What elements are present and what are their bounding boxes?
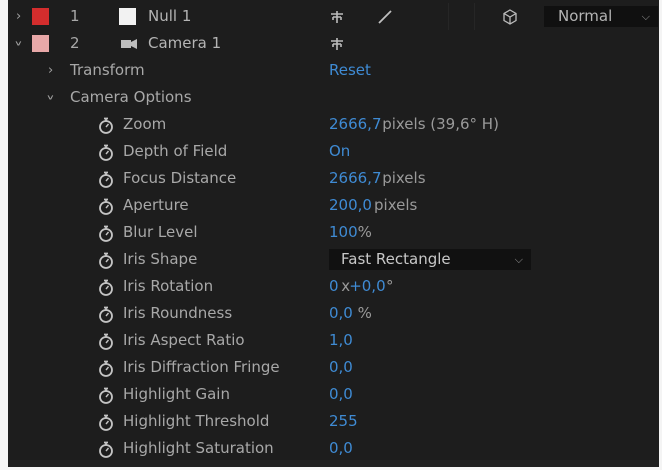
layer-row-null[interactable]: › 1 Null 1 Normal ⌵: [8, 3, 659, 30]
property-value[interactable]: 0,0: [329, 435, 353, 462]
property-label: Aperture: [123, 196, 189, 214]
property-value[interactable]: 200,0: [329, 192, 372, 219]
property-row[interactable]: Zoom 2666,7 pixels (39,6° H): [8, 111, 659, 138]
stopwatch-icon[interactable]: [97, 143, 115, 162]
property-unit: pixels: [382, 169, 426, 187]
null-swatch: [119, 8, 136, 25]
property-value[interactable]: 2666,7: [329, 111, 382, 138]
property-value[interactable]: 0,0: [329, 381, 353, 408]
layer-name[interactable]: Camera 1: [148, 30, 221, 57]
chevron-down-icon: ⌵: [514, 253, 523, 266]
layer-row-camera[interactable]: ∨ 2 Camera 1: [8, 30, 659, 57]
property-value[interactable]: 100: [329, 219, 358, 246]
property-row[interactable]: Highlight Saturation 0,0: [8, 435, 659, 462]
transform-label[interactable]: Transform: [70, 57, 145, 84]
camera-options-label[interactable]: Camera Options: [70, 84, 192, 111]
chevron-down-icon[interactable]: ∨: [14, 35, 23, 51]
property-unit: pixels: [374, 196, 418, 214]
blend-mode-dropdown[interactable]: Normal ⌵: [544, 6, 658, 27]
reset-link[interactable]: Reset: [329, 57, 371, 84]
property-row[interactable]: Blur Level 100%: [8, 219, 659, 246]
property-value[interactable]: 0,0: [329, 300, 353, 327]
property-row[interactable]: Depth of Field On: [8, 138, 659, 165]
stopwatch-icon[interactable]: [97, 440, 115, 459]
stopwatch-icon[interactable]: [97, 251, 115, 270]
label-color-swatch[interactable]: [32, 35, 49, 52]
property-row[interactable]: Iris Roundness 0,0%: [8, 300, 659, 327]
property-row[interactable]: Focus Distance 2666,7 pixels: [8, 165, 659, 192]
stopwatch-icon[interactable]: [97, 386, 115, 405]
property-value[interactable]: 255: [329, 408, 358, 435]
property-label: Iris Rotation: [123, 277, 214, 295]
stopwatch-icon[interactable]: [97, 170, 115, 189]
column-divider: [448, 3, 449, 30]
stopwatch-icon[interactable]: [97, 197, 115, 216]
column-divider: [474, 3, 475, 30]
property-value[interactable]: 0,0: [329, 354, 353, 381]
property-label: Highlight Saturation: [123, 439, 274, 457]
property-label: Focus Distance: [123, 169, 237, 187]
property-label: Blur Level: [123, 223, 198, 241]
chevron-down-icon: ⌵: [641, 10, 650, 23]
property-label: Iris Diffraction Fringe: [123, 358, 280, 376]
iris-shape-dropdown[interactable]: Fast Rectangle ⌵: [329, 249, 531, 270]
stopwatch-icon[interactable]: [97, 332, 115, 351]
label-color-swatch[interactable]: [32, 8, 49, 25]
stopwatch-icon[interactable]: [97, 413, 115, 432]
property-value-secondary[interactable]: +0,0: [349, 273, 385, 300]
chevron-down-icon[interactable]: ∨: [46, 89, 55, 105]
stopwatch-icon[interactable]: [97, 359, 115, 378]
property-unit: pixels (39,6° H): [382, 115, 499, 133]
layer-name[interactable]: Null 1: [148, 3, 191, 30]
stopwatch-icon[interactable]: [97, 224, 115, 243]
property-row[interactable]: Highlight Gain 0,0: [8, 381, 659, 408]
property-row[interactable]: Highlight Threshold 255: [8, 408, 659, 435]
property-unit: %: [357, 304, 372, 322]
stopwatch-icon[interactable]: [97, 278, 115, 297]
property-value[interactable]: 2666,7: [329, 165, 382, 192]
property-value[interactable]: 0: [329, 273, 339, 300]
transform-group[interactable]: › Transform Reset: [8, 57, 659, 84]
property-unit: °: [386, 277, 394, 295]
blend-mode-value: Normal: [558, 7, 613, 25]
property-row[interactable]: Iris Aspect Ratio 1,0: [8, 327, 659, 354]
property-label: Highlight Threshold: [123, 412, 270, 430]
dropdown-value: Fast Rectangle: [341, 250, 451, 268]
property-label: Iris Aspect Ratio: [123, 331, 245, 349]
property-label: Zoom: [123, 115, 167, 133]
property-value[interactable]: On: [329, 138, 350, 165]
stopwatch-icon[interactable]: [97, 116, 115, 135]
property-label: Iris Shape: [123, 250, 198, 268]
camera-options-group[interactable]: ∨ Camera Options: [8, 84, 659, 111]
property-label: Depth of Field: [123, 142, 228, 160]
property-label: Iris Roundness: [123, 304, 233, 322]
property-row[interactable]: Iris Shape Fast Rectangle ⌵: [8, 246, 659, 273]
chevron-right-icon[interactable]: ›: [48, 57, 53, 84]
layer-number: 2: [70, 34, 80, 52]
chevron-right-icon[interactable]: ›: [16, 3, 21, 30]
property-row[interactable]: Iris Diffraction Fringe 0,0: [8, 354, 659, 381]
stopwatch-icon[interactable]: [97, 305, 115, 324]
layer-panel: › 1 Null 1 Normal ⌵ ∨ 2 Camera 1 › Trans…: [8, 0, 659, 467]
layer-number: 1: [70, 7, 80, 25]
camera-icon: [120, 30, 138, 60]
property-row[interactable]: Iris Rotation 0 x +0,0 °: [8, 273, 659, 300]
property-label: Highlight Gain: [123, 385, 230, 403]
property-row[interactable]: Aperture 200,0 pixels: [8, 192, 659, 219]
property-unit: %: [357, 223, 372, 241]
property-value[interactable]: 1,0: [329, 327, 353, 354]
